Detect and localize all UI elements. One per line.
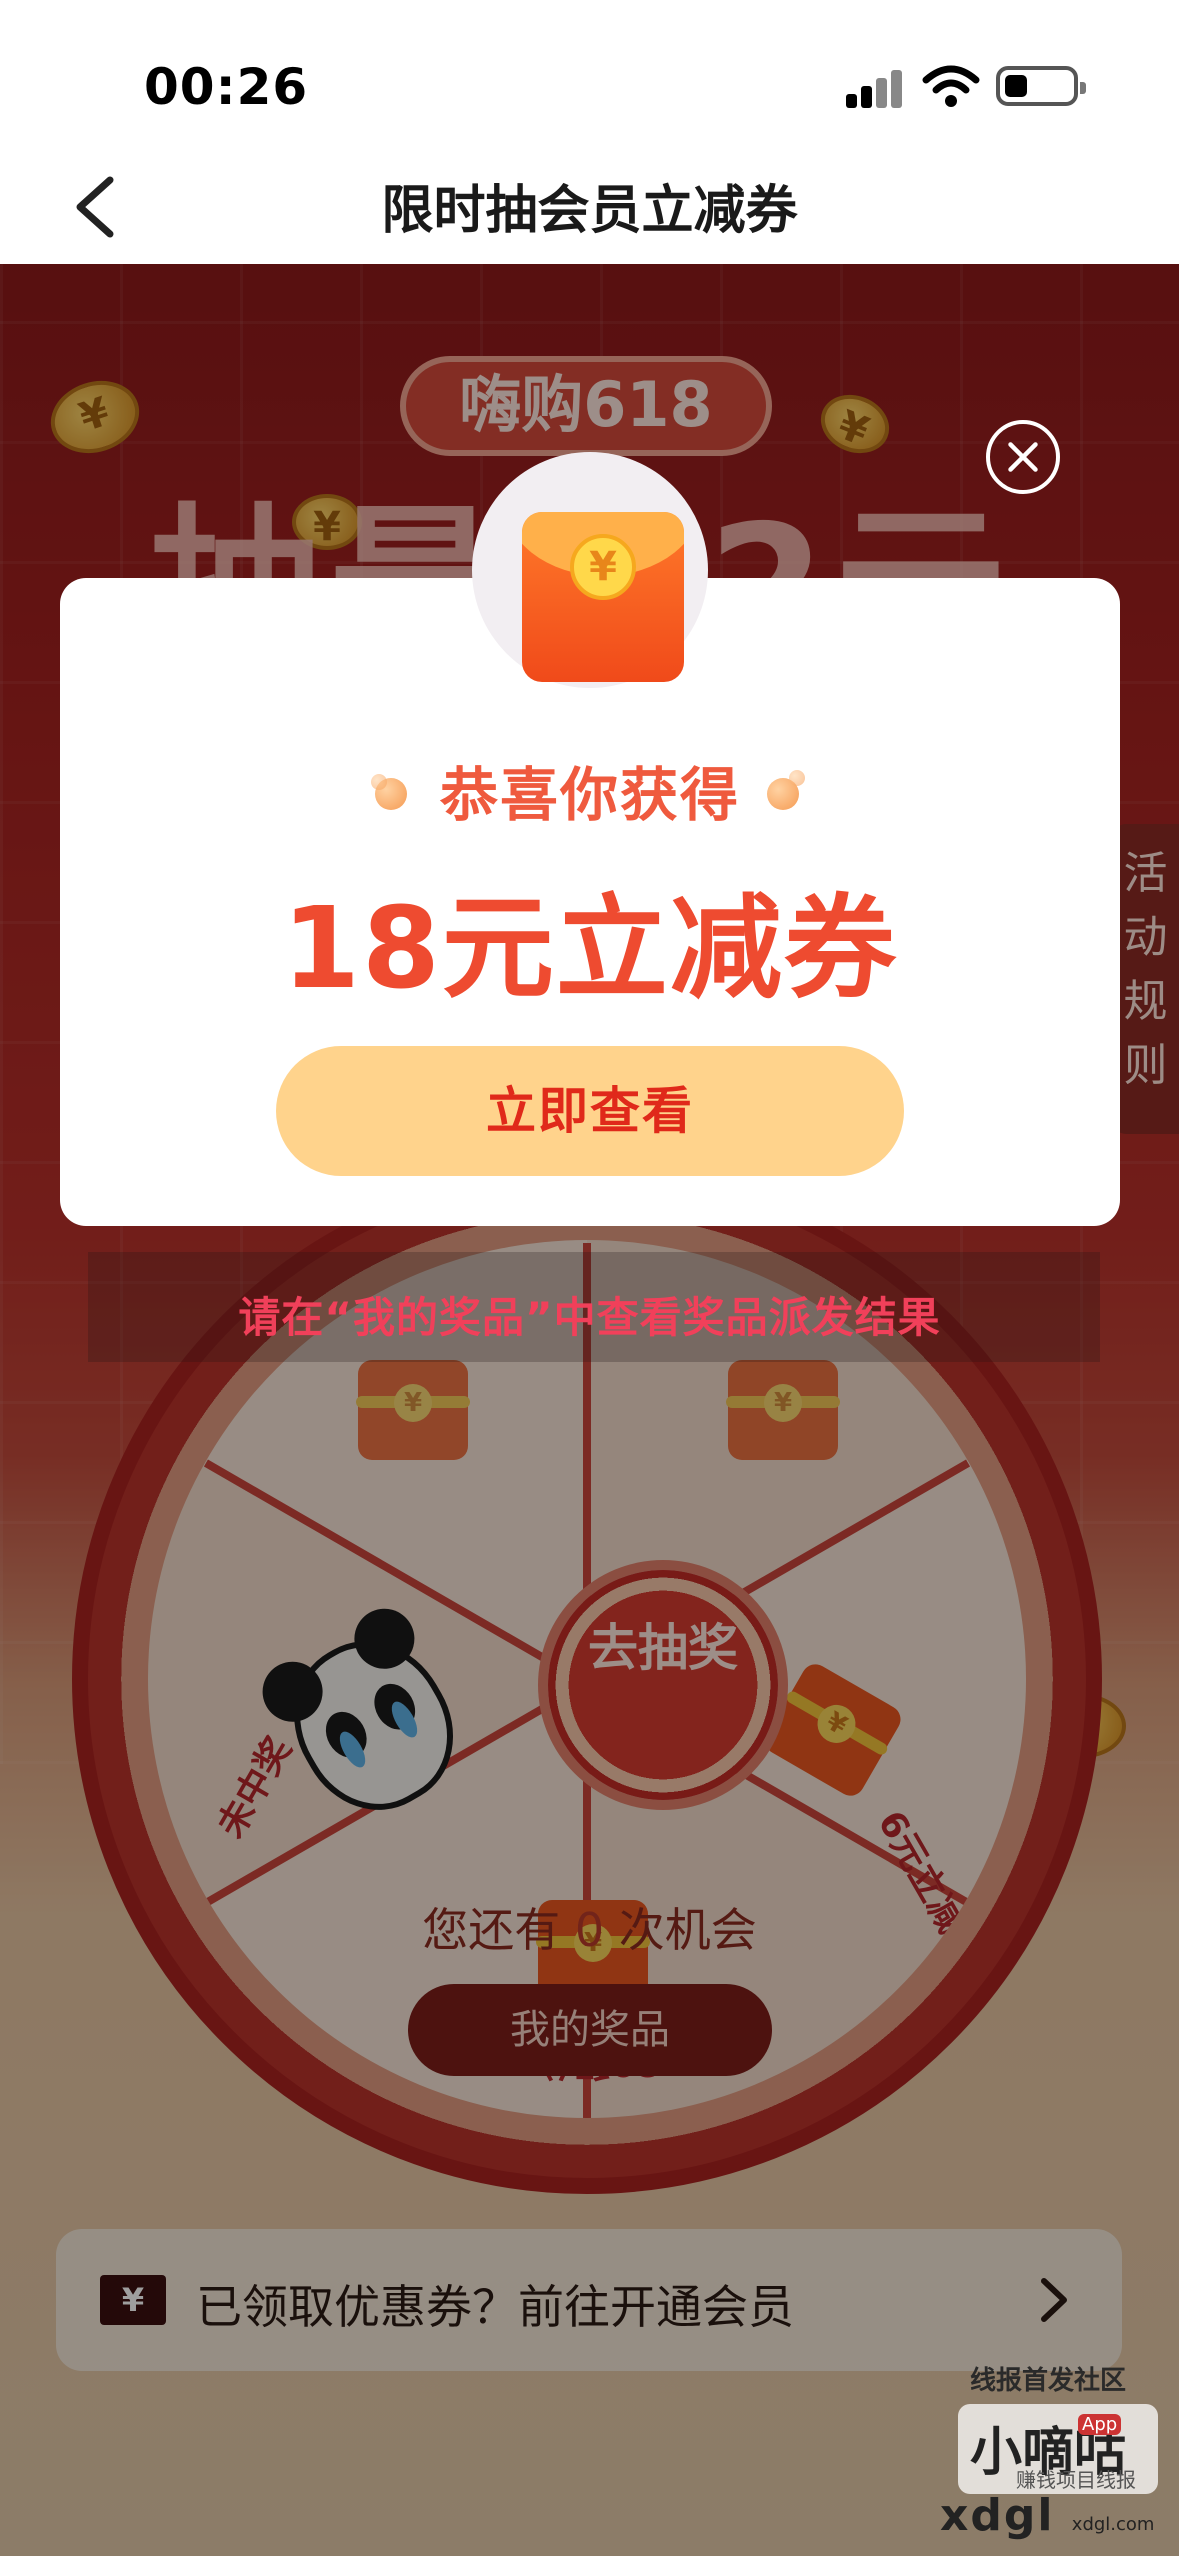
modal-title-row: 恭喜你获得	[60, 748, 1120, 832]
watermark-site-name: xdgl	[940, 2490, 1055, 2541]
cellular-signal-icon	[846, 68, 904, 108]
decorative-orb-icon	[370, 770, 417, 810]
watermark-site: xdgl xdgl.com	[940, 2490, 1154, 2541]
watermark-subtitle: 赚钱项目线报	[1016, 2468, 1136, 2492]
prize-amount: 18元立减券	[282, 884, 898, 1014]
red-envelope-badge: ¥	[472, 452, 708, 688]
watermark-logo-box: 小嘀咕 App 赚钱项目线报	[958, 2404, 1158, 2494]
watermark-tagline: 线报首发社区	[970, 2366, 1127, 2396]
close-circle-icon[interactable]	[986, 420, 1060, 494]
result-notice: 请在“我的奖品”中查看奖品派发结果	[238, 1293, 941, 1342]
battery-icon	[996, 66, 1086, 106]
status-bar: 00:26	[0, 0, 1179, 150]
modal-title: 恭喜你获得	[439, 761, 740, 829]
watermark-site-url: xdgl.com	[1071, 2514, 1155, 2535]
nav-bar: 限时抽会员立减券	[0, 150, 1179, 264]
decorative-orb-icon	[763, 770, 809, 810]
watermark-app-tag: App	[1078, 2414, 1122, 2435]
wifi-icon	[922, 65, 980, 107]
red-envelope-icon: ¥	[522, 512, 684, 682]
view-now-button[interactable]: 立即查看	[276, 1046, 904, 1176]
page-title: 限时抽会员立减券	[381, 181, 798, 241]
status-time: 00:26	[144, 58, 309, 116]
